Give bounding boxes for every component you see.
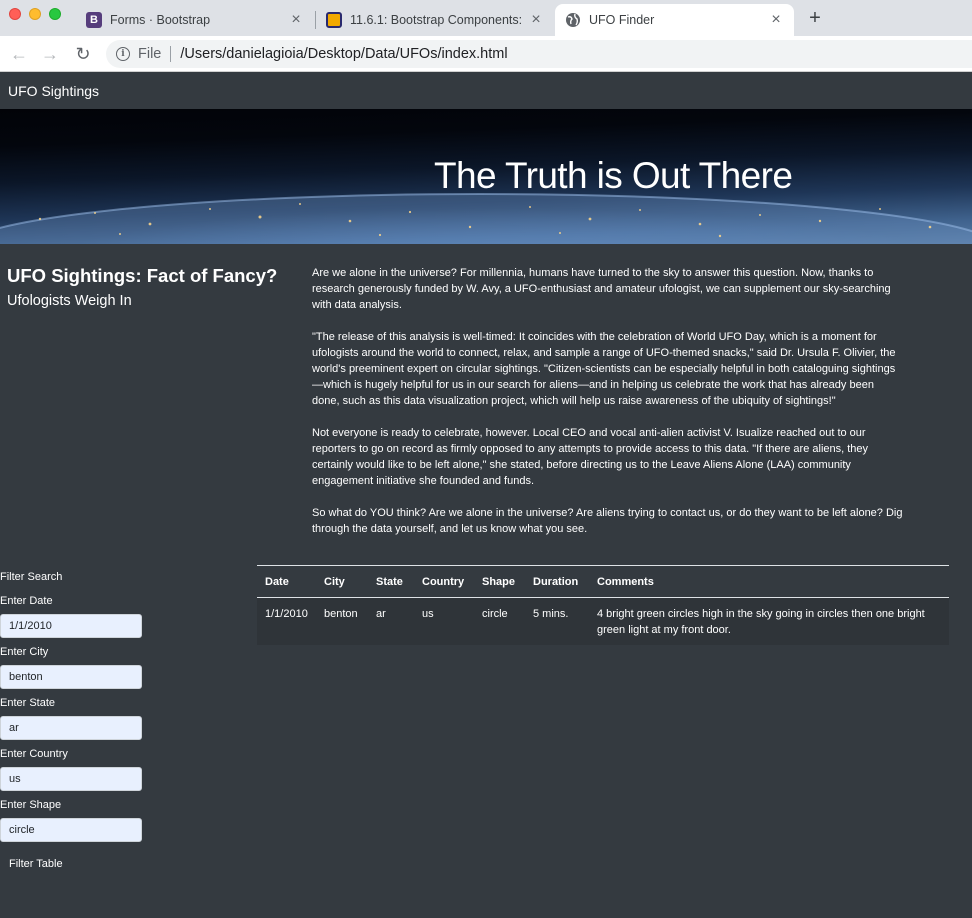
cell-shape: circle	[482, 608, 508, 620]
column-header-shape: Shape	[482, 575, 516, 588]
back-arrow-icon[interactable]: ←	[9, 44, 29, 64]
cell-city: benton	[324, 608, 358, 620]
hero-banner: The Truth is Out There	[0, 109, 972, 244]
filter-form: Filter Search Enter Date Enter City Ente…	[0, 567, 160, 870]
tab-ufo-finder[interactable]: UFO Finder ×	[555, 4, 794, 36]
column-header-city: City	[324, 575, 345, 588]
address-divider	[170, 46, 172, 62]
table-header-row: Date City State Country Shape Duration C…	[257, 565, 949, 598]
filter-search-title: Filter Search	[0, 571, 63, 583]
column-header-country: Country	[422, 575, 465, 588]
address-bar[interactable]: i File /Users/danielagioia/Desktop/Data/…	[106, 40, 972, 68]
article-paragraph: Are we alone in the universe? For millen…	[312, 267, 891, 311]
browser-toolbar: ← → ↻ i File /Users/danielagioia/Desktop…	[0, 36, 972, 72]
tab-bootstrap-components[interactable]: 11.6.1: Bootstrap Components: ×	[316, 4, 554, 36]
window-controls	[9, 8, 61, 20]
close-icon[interactable]: ×	[768, 12, 784, 28]
filter-table-button[interactable]: Filter Table	[9, 858, 63, 870]
reload-icon[interactable]: ↻	[73, 44, 93, 64]
hero-title: The Truth is Out There	[434, 155, 793, 196]
article-heading: UFO Sightings: Fact of Fancy?	[7, 265, 278, 286]
tab-title: UFO Finder	[589, 13, 655, 27]
ufo-table: Date City State Country Shape Duration C…	[257, 565, 949, 645]
city-input[interactable]	[0, 665, 142, 689]
cell-duration: 5 mins.	[533, 608, 569, 620]
cell-country: us	[422, 608, 434, 620]
close-window-button[interactable]	[9, 8, 21, 20]
url-text[interactable]: /Users/danielagioia/Desktop/Data/UFOs/in…	[180, 46, 507, 62]
article-subheading: Ufologists Weigh In	[7, 293, 132, 309]
close-icon[interactable]: ×	[288, 12, 304, 28]
course-icon	[326, 12, 342, 28]
column-header-comments: Comments	[597, 575, 654, 588]
maximize-window-button[interactable]	[49, 8, 61, 20]
column-header-duration: Duration	[533, 575, 579, 588]
column-header-state: State	[376, 575, 403, 588]
cell-comments: 4 bright green circles high in the sky g…	[597, 608, 925, 636]
shape-input[interactable]	[0, 818, 142, 842]
column-header-date: Date	[265, 575, 289, 588]
article-body: Are we alone in the universe? For millen…	[312, 265, 904, 553]
browser-tab-bar: B Forms · Bootstrap × 11.6.1: Bootstrap …	[0, 0, 972, 36]
info-icon[interactable]: i	[116, 47, 130, 61]
globe-icon	[565, 12, 581, 28]
cell-state: ar	[376, 608, 386, 620]
article-header: UFO Sightings: Fact of Fancy? Ufologists…	[7, 265, 297, 309]
date-label: Enter Date	[0, 595, 53, 607]
shape-label: Enter Shape	[0, 799, 62, 811]
state-label: Enter State	[0, 697, 56, 709]
article-paragraph: "The release of this analysis is well-ti…	[312, 331, 896, 407]
new-tab-button[interactable]: +	[806, 8, 824, 28]
scheme-label: File	[138, 46, 162, 62]
page-content: UFO Sightings The Truth is Out There UFO…	[0, 73, 972, 918]
date-input[interactable]	[0, 614, 142, 638]
minimize-window-button[interactable]	[29, 8, 41, 20]
bootstrap-icon: B	[86, 12, 102, 28]
country-input[interactable]	[0, 767, 142, 791]
tab-title: 11.6.1: Bootstrap Components:	[350, 13, 522, 27]
close-icon[interactable]: ×	[528, 12, 544, 28]
state-input[interactable]	[0, 716, 142, 740]
article-paragraph: Not everyone is ready to celebrate, howe…	[312, 427, 869, 487]
article-paragraph: So what do YOU think? Are we alone in th…	[312, 507, 903, 535]
cell-date: 1/1/2010	[265, 608, 308, 620]
ufo-table-container: Date City State Country Shape Duration C…	[257, 565, 949, 645]
table-row: 1/1/2010 benton ar us circle 5 mins. 4 b…	[257, 597, 949, 645]
navbar-brand[interactable]: UFO Sightings	[8, 83, 99, 99]
country-label: Enter Country	[0, 748, 68, 760]
city-label: Enter City	[0, 646, 49, 658]
forward-arrow-icon[interactable]: →	[40, 44, 60, 64]
navbar: UFO Sightings	[0, 73, 972, 109]
tab-forms-bootstrap[interactable]: B Forms · Bootstrap ×	[76, 4, 314, 36]
tab-title: Forms · Bootstrap	[110, 13, 211, 27]
